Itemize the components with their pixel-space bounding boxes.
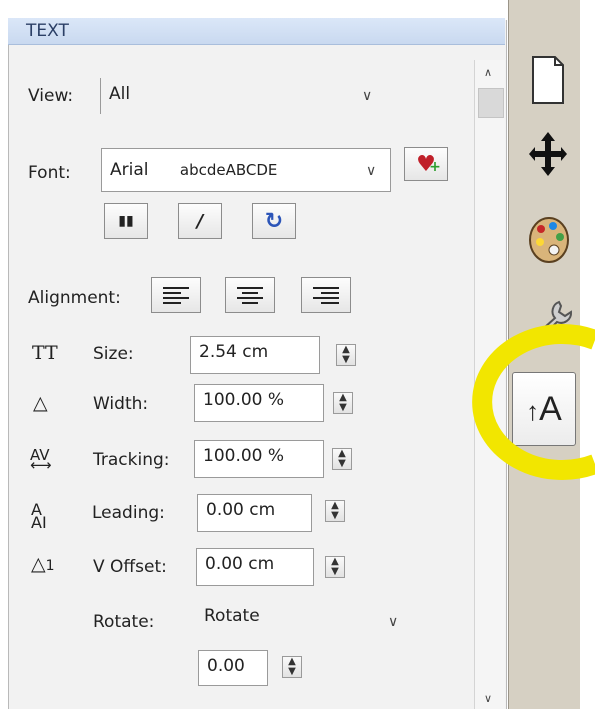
scrollbar-thumb[interactable]	[478, 88, 504, 118]
move-icon[interactable]	[528, 130, 568, 188]
font-label: Font:	[28, 163, 71, 183]
width-stepper[interactable]: ▲ ▼	[333, 392, 353, 414]
reset-button[interactable]: ↻	[252, 203, 296, 239]
scroll-up-icon[interactable]: ∧	[484, 66, 492, 79]
refresh-icon: ↻	[264, 208, 284, 234]
tracking-icon: AV ⟷	[30, 446, 52, 474]
tracking-value: 100.00 %	[203, 446, 285, 466]
favorite-font-button[interactable]: ♥ +	[404, 147, 448, 181]
size-label: Size:	[93, 344, 134, 364]
rotate-chevron-down-icon: ∨	[388, 614, 399, 630]
tracking-label: Tracking:	[93, 450, 170, 470]
rotate-label: Rotate:	[93, 612, 155, 632]
panel-title-bar: TEXT	[8, 18, 505, 45]
palette-icon[interactable]	[527, 215, 571, 275]
leading-input[interactable]: 0.00 cm	[197, 494, 312, 532]
view-value: All	[109, 84, 131, 104]
alignment-label: Alignment:	[28, 288, 121, 308]
width-input[interactable]: 100.00 %	[194, 384, 324, 422]
view-chevron-down-icon: ∨	[362, 88, 373, 104]
heart-plus-icon: ♥ +	[416, 151, 441, 177]
leading-label: Leading:	[92, 503, 165, 523]
width-value: 100.00 %	[203, 390, 285, 410]
size-input[interactable]: 2.54 cm	[190, 336, 320, 374]
align-left-button[interactable]	[151, 277, 201, 313]
voffset-label: V Offset:	[93, 557, 167, 577]
vertical-offset-icon: △1	[31, 553, 55, 575]
leading-value: 0.00 cm	[206, 500, 276, 520]
align-left-icon	[163, 286, 189, 304]
italic-button[interactable]: /	[178, 203, 222, 239]
rotate-value-input[interactable]: 0.00	[198, 650, 268, 686]
width-icon: △	[33, 392, 48, 414]
align-right-button[interactable]	[301, 277, 351, 313]
align-right-icon	[313, 286, 339, 304]
font-value: Arial	[110, 160, 149, 180]
font-size-icon: TT	[32, 342, 58, 364]
leading-stepper[interactable]: ▲ ▼	[325, 500, 345, 522]
voffset-stepper[interactable]: ▲ ▼	[325, 556, 345, 578]
panel-title: TEXT	[26, 21, 69, 41]
align-center-button[interactable]	[225, 277, 275, 313]
voffset-input[interactable]: 0.00 cm	[196, 548, 314, 586]
rotate-stepper[interactable]: ▲ ▼	[282, 656, 302, 678]
leading-icon: A AI	[31, 500, 47, 532]
view-select[interactable]: All	[100, 78, 388, 114]
view-label: View:	[28, 86, 74, 106]
size-stepper[interactable]: ▲ ▼	[336, 344, 356, 366]
rotate-select[interactable]: Rotate	[195, 600, 415, 640]
size-value: 2.54 cm	[199, 342, 269, 362]
highlight-circle	[472, 324, 595, 480]
font-sample: abcdeABCDE	[179, 161, 278, 179]
font-chevron-down-icon: ∨	[366, 163, 377, 179]
rotate-select-value: Rotate	[204, 606, 260, 626]
italic-icon: /	[196, 210, 204, 232]
scroll-down-icon[interactable]: ∨	[484, 692, 492, 705]
rotate-value: 0.00	[207, 656, 245, 676]
bold-icon: ▮▮	[118, 213, 134, 229]
bold-button[interactable]: ▮▮	[104, 203, 148, 239]
tracking-input[interactable]: 100.00 %	[194, 440, 324, 478]
font-select[interactable]: Arial abcdeABCDE	[101, 148, 391, 192]
page-icon[interactable]	[531, 55, 565, 115]
view-divider	[100, 78, 101, 114]
width-label: Width:	[93, 394, 149, 414]
align-center-icon	[237, 286, 263, 304]
voffset-value: 0.00 cm	[205, 554, 275, 574]
tracking-stepper[interactable]: ▲ ▼	[332, 448, 352, 470]
